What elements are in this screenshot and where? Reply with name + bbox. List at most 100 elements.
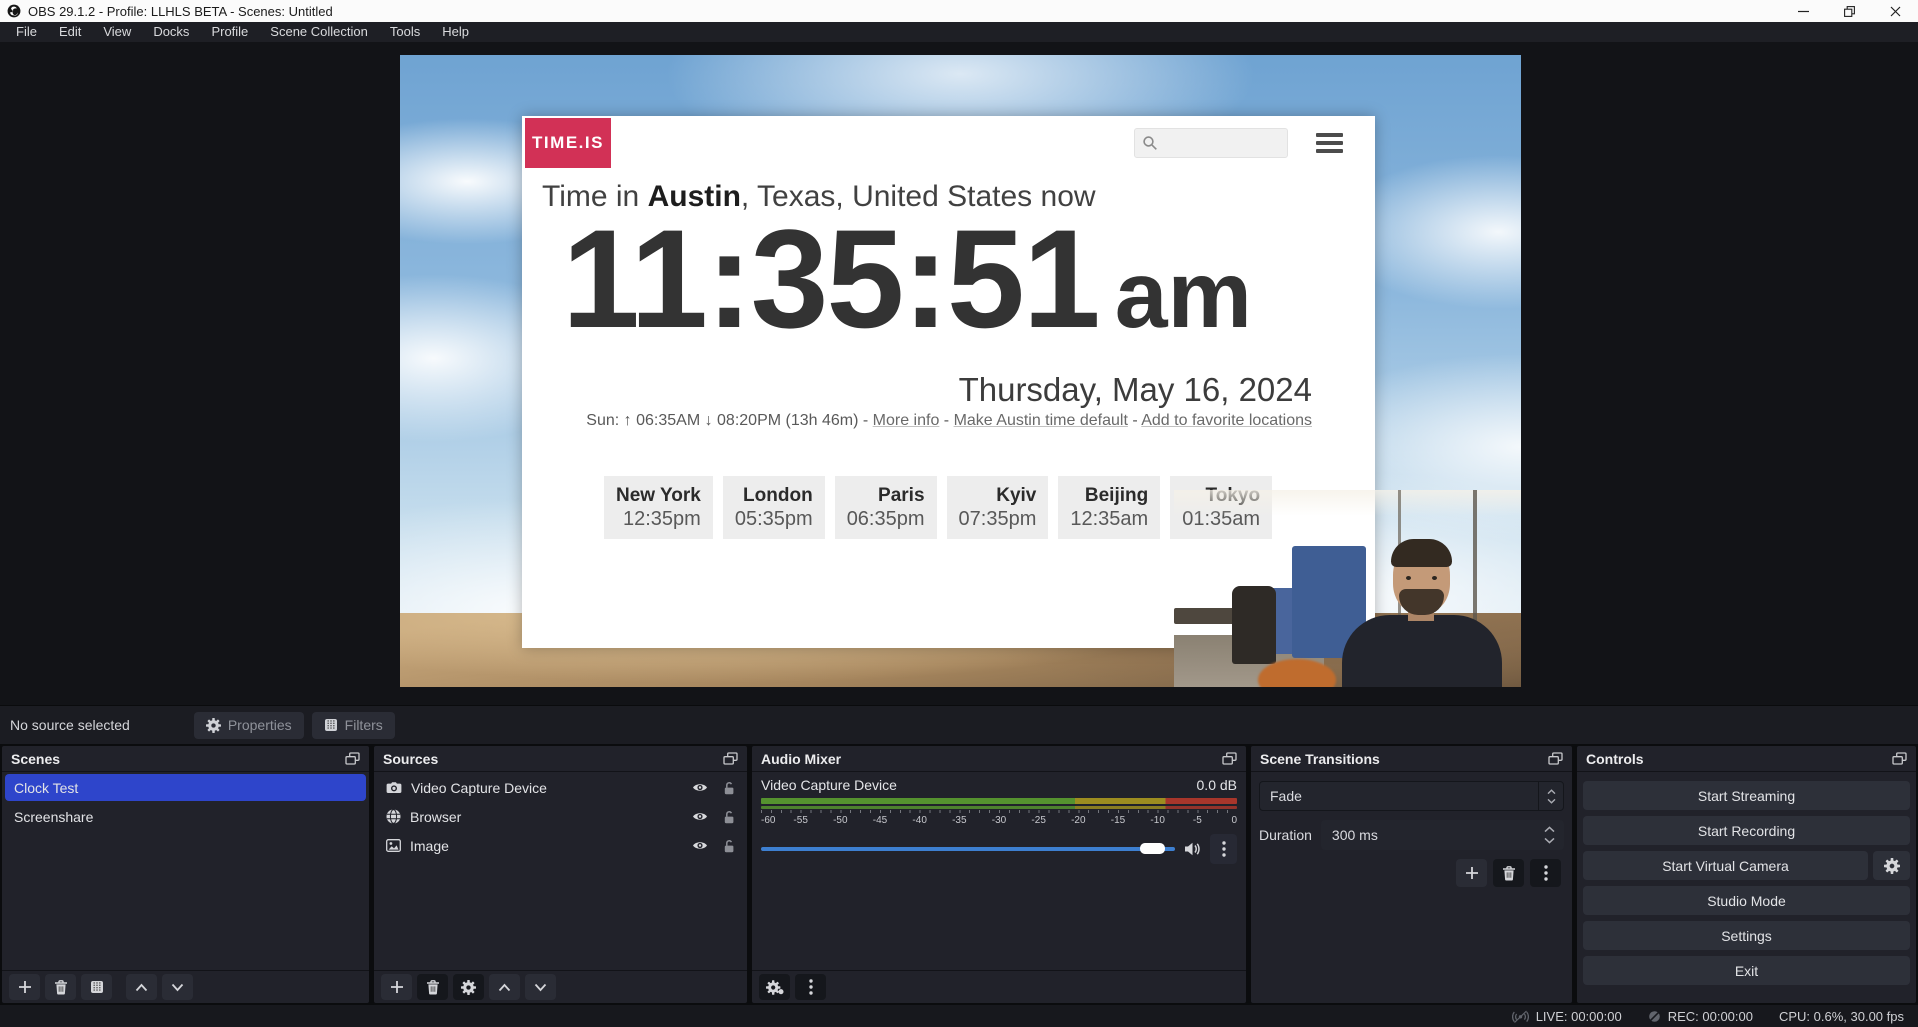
webcam-overlay[interactable] [1174,490,1521,687]
city-tile-kyiv[interactable]: Kyiv07:35pm [947,476,1049,539]
menu-edit[interactable]: Edit [48,22,92,42]
meter-tick-label: -15 [1111,815,1125,826]
start-recording-button[interactable]: Start Recording [1583,816,1910,845]
city-tile-paris[interactable]: Paris06:35pm [835,476,937,539]
volume-meter [761,798,1237,809]
minimize-button[interactable] [1780,0,1826,22]
menu-docks[interactable]: Docks [142,22,200,42]
duration-label: Duration [1259,827,1312,843]
more-info-link[interactable]: More info [873,412,940,429]
visibility-eye-icon[interactable] [692,840,708,851]
start-streaming-button[interactable]: Start Streaming [1583,781,1910,810]
popout-icon[interactable] [1548,752,1563,765]
hamburger-menu-icon[interactable] [1316,133,1343,153]
transition-menu-button[interactable] [1530,859,1561,887]
scene-filters-button[interactable] [81,974,112,1000]
menu-view[interactable]: View [92,22,142,42]
search-box[interactable] [1134,128,1288,158]
city-tile-new-york[interactable]: New York12:35pm [604,476,713,539]
speaker-icon[interactable] [1184,842,1201,856]
mixer-menu-button[interactable] [795,974,826,1000]
duration-spinbox[interactable]: 300 ms [1321,820,1564,850]
rec-time: REC: 00:00:00 [1668,1009,1753,1024]
lock-icon[interactable] [723,781,735,795]
clock-ampm: am [1115,248,1252,343]
scene-item-clock-test[interactable]: Clock Test [5,774,366,801]
controls-dock: Controls Start Streaming Start Recording… [1577,746,1916,1003]
exit-button[interactable]: Exit [1583,956,1910,985]
sun-info-line: Sun: ↑ 06:35AM ↓ 08:20PM (13h 46m) - Mor… [586,412,1312,430]
meter-tick-label: 0 [1231,815,1237,826]
world-cities-row: New York12:35pm London05:35pm Paris06:35… [604,476,1272,539]
transitions-title: Scene Transitions [1260,751,1380,767]
dock-row: Scenes Clock Test Screenshare Sources [0,744,1918,1005]
popout-icon[interactable] [1892,752,1907,765]
move-scene-up-button[interactable] [126,974,157,1000]
close-button[interactable] [1872,0,1918,22]
menu-scene-collection[interactable]: Scene Collection [259,22,379,42]
move-scene-down-button[interactable] [162,974,193,1000]
popout-icon[interactable] [345,752,360,765]
person-eye [1406,576,1411,580]
make-default-link[interactable]: Make Austin time default [954,412,1128,429]
mixer-channel-menu-button[interactable] [1210,834,1237,864]
audio-mixer-dock: Audio Mixer Video Capture Device 0.0 dB … [752,746,1246,1003]
studio-mode-button[interactable]: Studio Mode [1583,886,1910,915]
popout-icon[interactable] [723,752,738,765]
start-virtual-camera-button[interactable]: Start Virtual Camera [1583,851,1868,880]
restore-button[interactable] [1826,0,1872,22]
window-controls [1780,0,1918,22]
meter-scale: -60 -55 -50 -45 -40 -35 -30 -25 -20 -15 … [761,810,1237,827]
spin-up-icon [1544,826,1555,833]
webcam-person [1342,537,1502,687]
volume-slider-handle[interactable] [1140,843,1165,854]
obs-logo-icon [7,4,21,18]
add-transition-button[interactable] [1456,859,1487,887]
add-favorite-link[interactable]: Add to favorite locations [1141,412,1312,429]
image-icon [386,839,401,852]
virtual-camera-settings-button[interactable] [1873,851,1910,880]
transition-select[interactable]: Fade [1259,781,1564,811]
visibility-eye-icon[interactable] [692,811,708,822]
add-scene-button[interactable] [9,974,40,1000]
meter-tick-label: -45 [873,815,887,826]
meter-tick-label: -55 [793,815,807,826]
city-tile-london[interactable]: London05:35pm [723,476,825,539]
source-item-video-capture[interactable]: Video Capture Device [377,774,744,801]
live-broadcast-icon [1512,1009,1529,1024]
spin-down-icon [1544,837,1555,844]
move-source-down-button[interactable] [525,974,556,1000]
person-hair [1391,539,1452,567]
properties-button[interactable]: Properties [194,712,304,739]
menu-profile[interactable]: Profile [200,22,259,42]
status-bar: LIVE: 00:00:00 REC: 00:00:00 CPU: 0.6%, … [0,1005,1918,1027]
menu-bar: File Edit View Docks Profile Scene Colle… [0,22,1918,42]
filters-button[interactable]: Filters [312,712,395,739]
source-properties-button[interactable] [453,974,484,1000]
lock-icon[interactable] [723,839,735,853]
scene-item-screenshare[interactable]: Screenshare [5,803,366,830]
advanced-audio-properties-button[interactable] [759,974,790,1000]
remove-scene-button[interactable] [45,974,76,1000]
popout-icon[interactable] [1222,752,1237,765]
move-source-up-button[interactable] [489,974,520,1000]
scene-canvas[interactable]: TIME.IS Time in Austin, Texas, United St… [400,55,1521,687]
visibility-eye-icon[interactable] [692,782,708,793]
gear-icon [206,718,221,733]
live-time: LIVE: 00:00:00 [1536,1009,1622,1024]
volume-slider[interactable] [761,847,1175,851]
remove-transition-button[interactable] [1493,859,1524,887]
city-tile-beijing[interactable]: Beijing12:35am [1058,476,1160,539]
lock-icon[interactable] [723,810,735,824]
source-item-browser[interactable]: Browser [377,803,744,830]
sources-title: Sources [383,751,438,767]
source-item-image[interactable]: Image [377,832,744,859]
menu-help[interactable]: Help [431,22,480,42]
settings-button[interactable]: Settings [1583,921,1910,950]
remove-source-button[interactable] [417,974,448,1000]
add-source-button[interactable] [381,974,412,1000]
meter-tick-label: -10 [1150,815,1164,826]
menu-file[interactable]: File [5,22,48,42]
search-icon [1142,135,1158,151]
menu-tools[interactable]: Tools [379,22,431,42]
